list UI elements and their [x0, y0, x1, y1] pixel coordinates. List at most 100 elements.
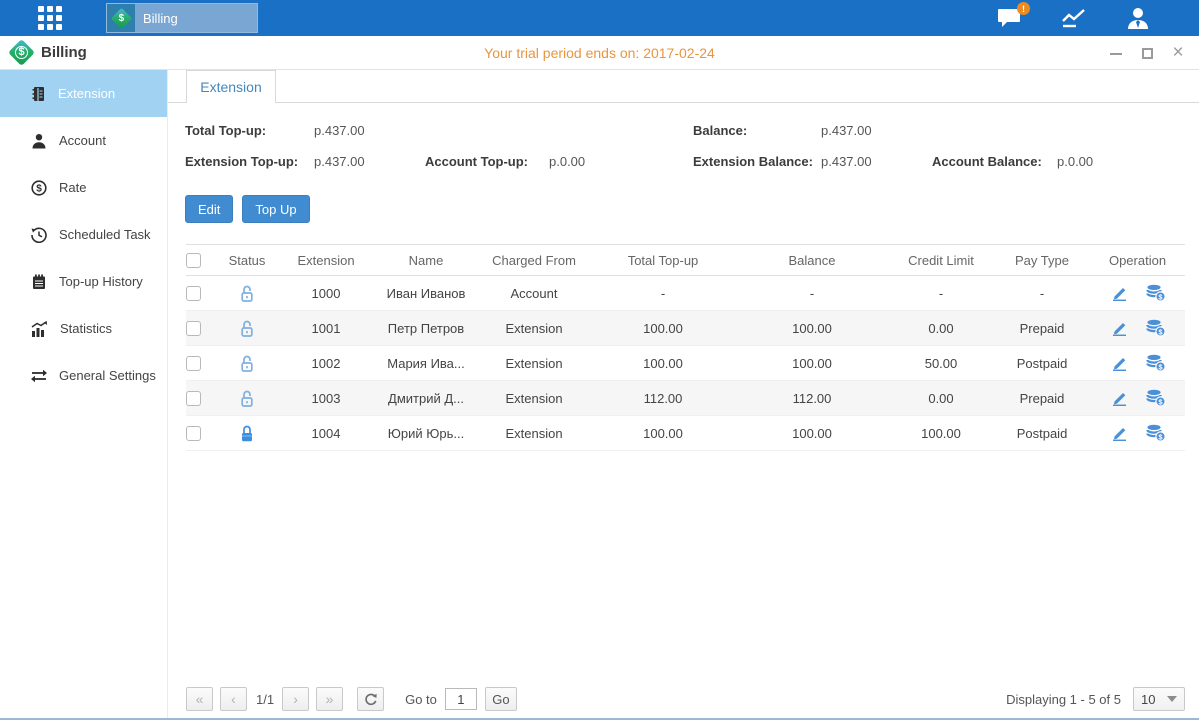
- lock-open-icon[interactable]: [239, 284, 255, 303]
- col-name: Name: [374, 253, 478, 268]
- last-page-button[interactable]: »: [316, 687, 343, 711]
- balance-label: Balance:: [693, 123, 747, 138]
- sidebar-item-statistics[interactable]: Statistics: [0, 305, 167, 352]
- pay-type-cell: Postpaid: [994, 426, 1090, 441]
- person-icon: [31, 133, 47, 149]
- sidebar-item-general-settings[interactable]: General Settings: [0, 352, 167, 399]
- extensions-table: Status Extension Name Charged From Total…: [186, 244, 1185, 451]
- top-up-icon[interactable]: $: [1146, 284, 1166, 302]
- close-button[interactable]: ×: [1171, 46, 1185, 60]
- total-topup-value: p.437.00: [314, 123, 365, 138]
- page-size-select[interactable]: 10: [1133, 687, 1185, 711]
- messages-icon[interactable]: !: [997, 7, 1023, 29]
- balance-value: p.437.00: [821, 123, 872, 138]
- maximize-button[interactable]: [1140, 46, 1154, 60]
- app-window: $ Billing !: [0, 0, 1199, 720]
- billing-logo-icon: $: [8, 39, 35, 66]
- lock-open-icon[interactable]: [239, 354, 255, 373]
- lock-closed-icon[interactable]: [239, 424, 255, 443]
- name-cell: Юрий Юрь...: [374, 426, 478, 441]
- account-balance-value: p.0.00: [1057, 154, 1093, 169]
- operation-cell: $: [1090, 319, 1185, 337]
- table-body: 1000Иван ИвановAccount----$1001Петр Петр…: [186, 276, 1185, 451]
- total-topup-cell: 100.00: [590, 321, 736, 336]
- app-grid-icon[interactable]: [38, 6, 62, 30]
- status-cell: [216, 389, 278, 408]
- credit-limit-cell: 50.00: [888, 356, 994, 371]
- row-checkbox[interactable]: [186, 286, 201, 301]
- row-checkbox[interactable]: [186, 356, 201, 371]
- operation-cell: $: [1090, 354, 1185, 372]
- window-title-bar: $ Billing Your trial period ends on: 201…: [0, 36, 1199, 70]
- edit-button[interactable]: Edit: [185, 195, 233, 223]
- extension-cell: 1003: [278, 391, 374, 406]
- extension-balance-label: Extension Balance:: [693, 154, 813, 169]
- name-cell: Дмитрий Д...: [374, 391, 478, 406]
- extension-cell: 1002: [278, 356, 374, 371]
- select-all-checkbox[interactable]: [186, 253, 201, 268]
- first-page-button[interactable]: «: [186, 687, 213, 711]
- lock-open-icon[interactable]: [239, 389, 255, 408]
- trial-period-message: Your trial period ends on: 2017-02-24: [0, 45, 1199, 61]
- status-cell: [216, 319, 278, 338]
- extension-cell: 1001: [278, 321, 374, 336]
- charged-from-cell: Extension: [478, 321, 590, 336]
- balance-cell: 100.00: [736, 321, 888, 336]
- monitor-chart-icon[interactable]: [1061, 7, 1087, 29]
- col-operation: Operation: [1090, 253, 1185, 268]
- goto-page-input[interactable]: [445, 688, 477, 710]
- next-page-button[interactable]: ›: [282, 687, 309, 711]
- edit-icon[interactable]: [1110, 284, 1128, 302]
- top-up-icon[interactable]: $: [1146, 389, 1166, 407]
- transfer-arrows-icon: [31, 368, 47, 384]
- billing-app-icon: $: [107, 4, 135, 32]
- edit-icon[interactable]: [1110, 354, 1128, 372]
- top-up-icon[interactable]: $: [1146, 354, 1166, 372]
- name-cell: Иван Иванов: [374, 286, 478, 301]
- total-topup-label: Total Top-up:: [185, 123, 266, 138]
- main-content: Extension Total Top-up: p.437.00 Balance…: [168, 70, 1199, 718]
- sidebar-item-account[interactable]: Account: [0, 117, 167, 164]
- name-cell: Мария Ива...: [374, 356, 478, 371]
- row-checkbox[interactable]: [186, 321, 201, 336]
- operation-cell: $: [1090, 389, 1185, 407]
- sidebar-item-label: Statistics: [60, 321, 112, 336]
- sidebar-item-topup-history[interactable]: Top-up History: [0, 258, 167, 305]
- edit-icon[interactable]: [1110, 424, 1128, 442]
- col-pay-type: Pay Type: [994, 253, 1090, 268]
- lock-open-icon[interactable]: [239, 319, 255, 338]
- sidebar-item-rate[interactable]: $ Rate: [0, 164, 167, 211]
- pay-type-cell: -: [994, 286, 1090, 301]
- minimize-button[interactable]: [1109, 46, 1123, 60]
- col-balance: Balance: [736, 253, 888, 268]
- top-up-icon[interactable]: $: [1146, 319, 1166, 337]
- sidebar-item-label: Scheduled Task: [59, 227, 151, 242]
- user-account-icon[interactable]: [1125, 7, 1151, 29]
- refresh-button[interactable]: [357, 687, 384, 711]
- prev-page-button[interactable]: ‹: [220, 687, 247, 711]
- sidebar-item-scheduled-task[interactable]: Scheduled Task: [0, 211, 167, 258]
- edit-icon[interactable]: [1110, 319, 1128, 337]
- pagination-bar: « ‹ 1/1 › » Go to Go Displaying 1 - 5 of…: [186, 687, 1185, 711]
- row-checkbox[interactable]: [186, 391, 201, 406]
- taskbar-billing-button[interactable]: $ Billing: [106, 3, 258, 33]
- charged-from-cell: Extension: [478, 426, 590, 441]
- top-up-icon[interactable]: $: [1146, 424, 1166, 442]
- pay-type-cell: Prepaid: [994, 321, 1090, 336]
- billing-summary: Total Top-up: p.437.00 Balance: p.437.00…: [168, 119, 1199, 183]
- svg-text:$: $: [36, 183, 42, 194]
- row-checkbox[interactable]: [186, 426, 201, 441]
- page-size-value: 10: [1141, 692, 1155, 707]
- account-topup-value: p.0.00: [549, 154, 585, 169]
- go-button[interactable]: Go: [485, 687, 517, 711]
- tab-extension[interactable]: Extension: [186, 70, 276, 103]
- notebook-icon: [31, 274, 47, 290]
- top-up-button[interactable]: Top Up: [242, 195, 309, 223]
- extension-topup-value: p.437.00: [314, 154, 365, 169]
- edit-icon[interactable]: [1110, 389, 1128, 407]
- sidebar-item-extension[interactable]: Extension: [0, 70, 167, 117]
- sidebar-item-label: Account: [59, 133, 106, 148]
- sidebar-item-label: Top-up History: [59, 274, 143, 289]
- extension-cell: 1004: [278, 426, 374, 441]
- sidebar-item-label: Rate: [59, 180, 86, 195]
